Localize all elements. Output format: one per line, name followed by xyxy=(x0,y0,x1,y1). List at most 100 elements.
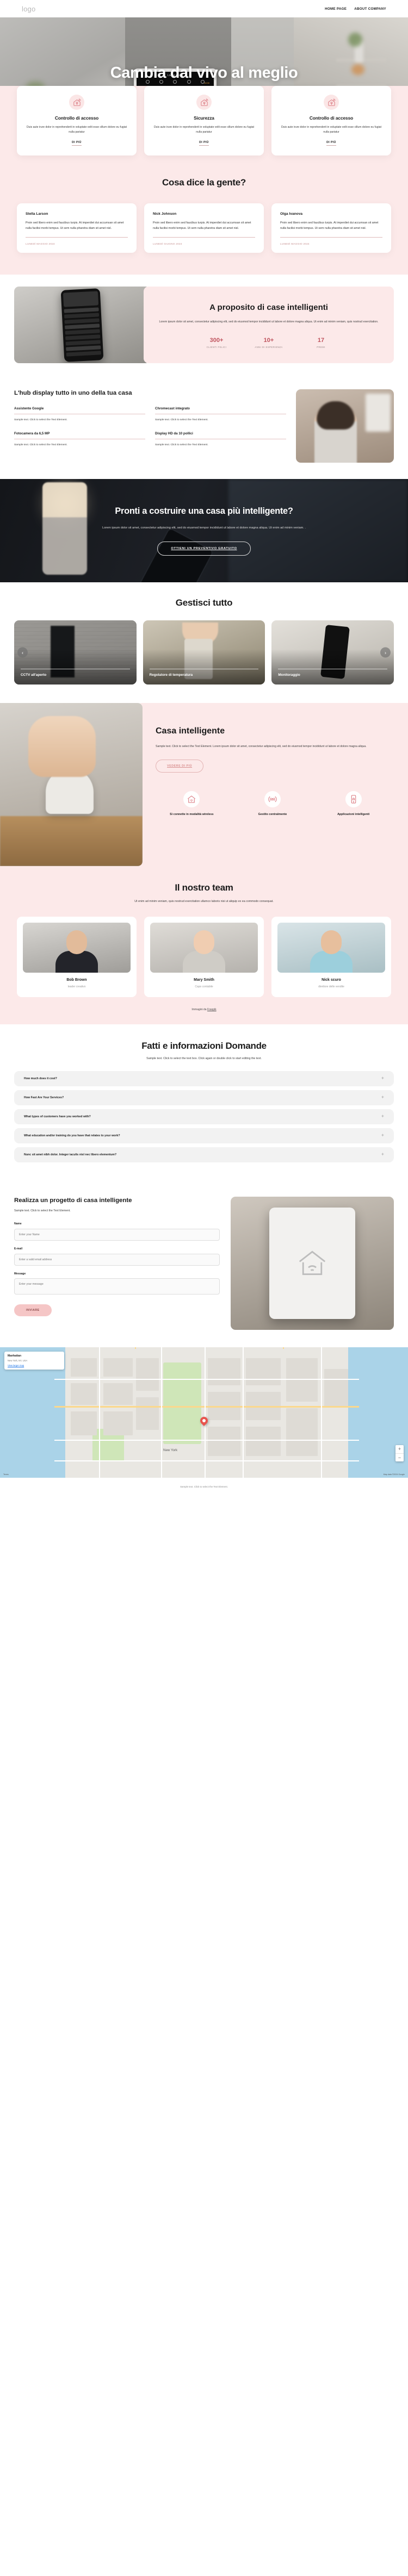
smart-feature-label: Applicazioni intelligenti xyxy=(337,813,370,817)
plus-icon[interactable]: + xyxy=(381,1076,384,1081)
hub-section: L'hub display tutto in uno della tua cas… xyxy=(0,377,408,480)
nav-item-about-company[interactable]: ABOUT COMPANY xyxy=(354,7,386,11)
feature-card-text: Duis aute irure dolor in reprehenderit i… xyxy=(26,126,127,134)
site-footer: Sample text. Click to select the Text El… xyxy=(0,1477,408,1496)
map-city-label: New York xyxy=(163,1448,178,1452)
avatar xyxy=(150,922,258,973)
hub-feature: Display HD da 10 pollici Sample text. Cl… xyxy=(155,432,286,448)
zoom-in-button[interactable]: + xyxy=(395,1445,404,1453)
hub-feature-title: Chromecast integrato xyxy=(155,407,190,411)
hub-feature-title: Display HD da 10 pollici xyxy=(155,431,193,435)
faq-item[interactable]: Nunc sit amet nibh dolor. Integer iaculi… xyxy=(14,1147,394,1162)
testimonial-text: Proin sed libero enim sed faucibus turpi… xyxy=(153,221,251,230)
smart-home-icon xyxy=(69,95,84,110)
feature-card-more-link[interactable]: DI PIÙ xyxy=(326,141,336,146)
form-field-message: Message xyxy=(14,1272,220,1297)
map-larger-link[interactable]: View larger map xyxy=(8,1364,61,1367)
faq-item[interactable]: What types of customers have you worked … xyxy=(14,1109,394,1124)
name-input[interactable] xyxy=(14,1228,220,1241)
about-statistics: 300+ CLIENTI FELICI 10+ ANNI DI ESPERIEN… xyxy=(158,337,380,349)
plus-icon[interactable]: + xyxy=(381,1133,384,1138)
testimonials-title: Cosa dice la gente? xyxy=(162,177,246,188)
gallery-card[interactable]: Monitoraggio xyxy=(271,620,394,685)
team-member-role: leader creativo xyxy=(67,985,86,988)
hub-feature-title: Assistente Google xyxy=(14,407,44,411)
map-terms-link[interactable]: Terms xyxy=(3,1473,9,1476)
testimonial-date: LUNEDÌ MAGGIO 2024 xyxy=(280,242,310,246)
faq-item[interactable]: What education and/or training do you ha… xyxy=(14,1128,394,1143)
stat-label: PREMI xyxy=(317,345,325,349)
feature-card[interactable]: Sicurezza Duis aute irure dolor in repre… xyxy=(144,86,264,155)
cta-title: Pronti a costruire una casa più intellig… xyxy=(115,506,293,516)
image-credit-link[interactable]: Freepik xyxy=(207,1008,217,1011)
hub-feature: Chromecast integrato Sample text. Click … xyxy=(155,407,286,423)
divider xyxy=(153,237,255,238)
team-member-name: Bob Brown xyxy=(66,978,87,982)
testimonial-date: LUNEDÌ GIUGNO 2024 xyxy=(153,242,182,246)
smart-home-icon xyxy=(324,95,339,110)
form-field-email: E-mail xyxy=(14,1247,220,1266)
smart-feature: Si connette in modalità wireless xyxy=(156,791,228,817)
feature-card-title: Controllo di accesso xyxy=(309,115,354,121)
map-zoom-controls[interactable]: + − xyxy=(395,1445,404,1461)
cta-section: Pronti a costruire una casa più intellig… xyxy=(0,479,408,583)
email-input[interactable] xyxy=(14,1253,220,1266)
gallery-card[interactable]: Regolatore di temperatura xyxy=(143,620,265,685)
faq-title: Fatti e informazioni Domande xyxy=(141,1040,267,1051)
map-section[interactable]: New York Manhattan New York, NY, USA Vie… xyxy=(0,1347,408,1478)
smart-home-more-button[interactable]: VEDERE DI PIÙ xyxy=(156,760,204,773)
smart-feature-label: Gestito centralmente xyxy=(258,813,287,817)
testimonial-card: Nick Johnson Proin sed libero enim sed f… xyxy=(144,203,264,253)
testimonial-author: Stella Larson xyxy=(26,211,48,216)
message-textarea[interactable] xyxy=(14,1278,220,1295)
smart-home-icon xyxy=(196,95,212,110)
feature-card-title: Sicurezza xyxy=(194,115,214,121)
plus-icon[interactable]: + xyxy=(381,1152,384,1157)
testimonial-author: Olga Ivanova xyxy=(280,211,303,216)
faq-item[interactable]: How Fast Are Your Services? + xyxy=(14,1090,394,1105)
team-title: Il nostro team xyxy=(175,882,233,893)
smart-feature: Applicazioni intelligenti xyxy=(317,791,390,817)
stat-number: 300+ xyxy=(209,337,224,344)
hub-title: L'hub display tutto in uno della tua cas… xyxy=(14,390,132,397)
gallery-next-arrow[interactable]: › xyxy=(380,647,391,658)
team-member-name: Nick scuro xyxy=(322,978,341,982)
stat-label: ANNI DI ESPERIENZA xyxy=(255,345,283,349)
hub-feature-text: Sample text. Click to select the Text El… xyxy=(14,419,67,422)
image-credit: Immagini da Freepik xyxy=(14,1008,394,1011)
hub-feature-text: Sample text. Click to select the Text El… xyxy=(155,419,208,422)
gallery-section: Gestisci tutto ‹ CCTV all'aperto Regolat… xyxy=(0,582,408,704)
plus-icon[interactable]: + xyxy=(381,1114,384,1119)
signal-waves-icon xyxy=(264,791,281,808)
feature-card-more-link[interactable]: DI PIÙ xyxy=(199,141,209,146)
smart-home-outline-icon xyxy=(299,1250,326,1275)
message-label: Message xyxy=(14,1272,26,1275)
hub-feature-text: Sample text. Click to select the Text El… xyxy=(155,443,208,446)
gallery-card[interactable]: CCTV all'aperto xyxy=(14,620,137,685)
team-member-card: Mary Smith Capo contabile xyxy=(144,916,264,997)
email-label: E-mail xyxy=(14,1247,23,1250)
avatar xyxy=(23,922,131,973)
faq-item[interactable]: How much does it cost? + xyxy=(14,1071,394,1086)
zoom-out-button[interactable]: − xyxy=(395,1453,404,1461)
image-credit-prefix: Immagini da xyxy=(191,1007,207,1011)
team-member-role: Capo contabile xyxy=(195,985,213,988)
feature-card-more-link[interactable]: DI PIÙ xyxy=(72,141,82,146)
cta-text: Lorem ipsum dolor sit amet, consectetur … xyxy=(102,526,306,530)
smart-home-image xyxy=(0,703,143,867)
plus-icon[interactable]: + xyxy=(381,1095,384,1100)
tablet-mockup xyxy=(269,1207,355,1319)
hero-title: Cambia dal vivo al meglio xyxy=(110,64,298,82)
hub-feature-title: Fotocamera da 6,5 MP xyxy=(14,431,50,435)
nav-item-home-page[interactable]: HOME PAGE xyxy=(325,7,347,11)
feature-card[interactable]: Controllo di accesso Duis aute irure dol… xyxy=(17,86,137,155)
contact-subtitle: Sample text. Click to select the Text El… xyxy=(14,1209,71,1212)
gallery-prev-arrow[interactable]: ‹ xyxy=(17,647,28,658)
contact-image xyxy=(231,1196,394,1330)
feature-card[interactable]: Controllo di accesso Duis aute irure dol… xyxy=(271,86,391,155)
site-logo[interactable]: logo xyxy=(22,5,35,13)
about-section: A proposito di case intelligenti Lorem i… xyxy=(0,275,408,378)
send-button[interactable]: INVIARE xyxy=(14,1304,52,1316)
cta-quote-button[interactable]: OTTIENI UN PREVENTIVO GRATUITO xyxy=(157,541,251,556)
gallery-caption: CCTV all'aperto xyxy=(21,673,47,677)
